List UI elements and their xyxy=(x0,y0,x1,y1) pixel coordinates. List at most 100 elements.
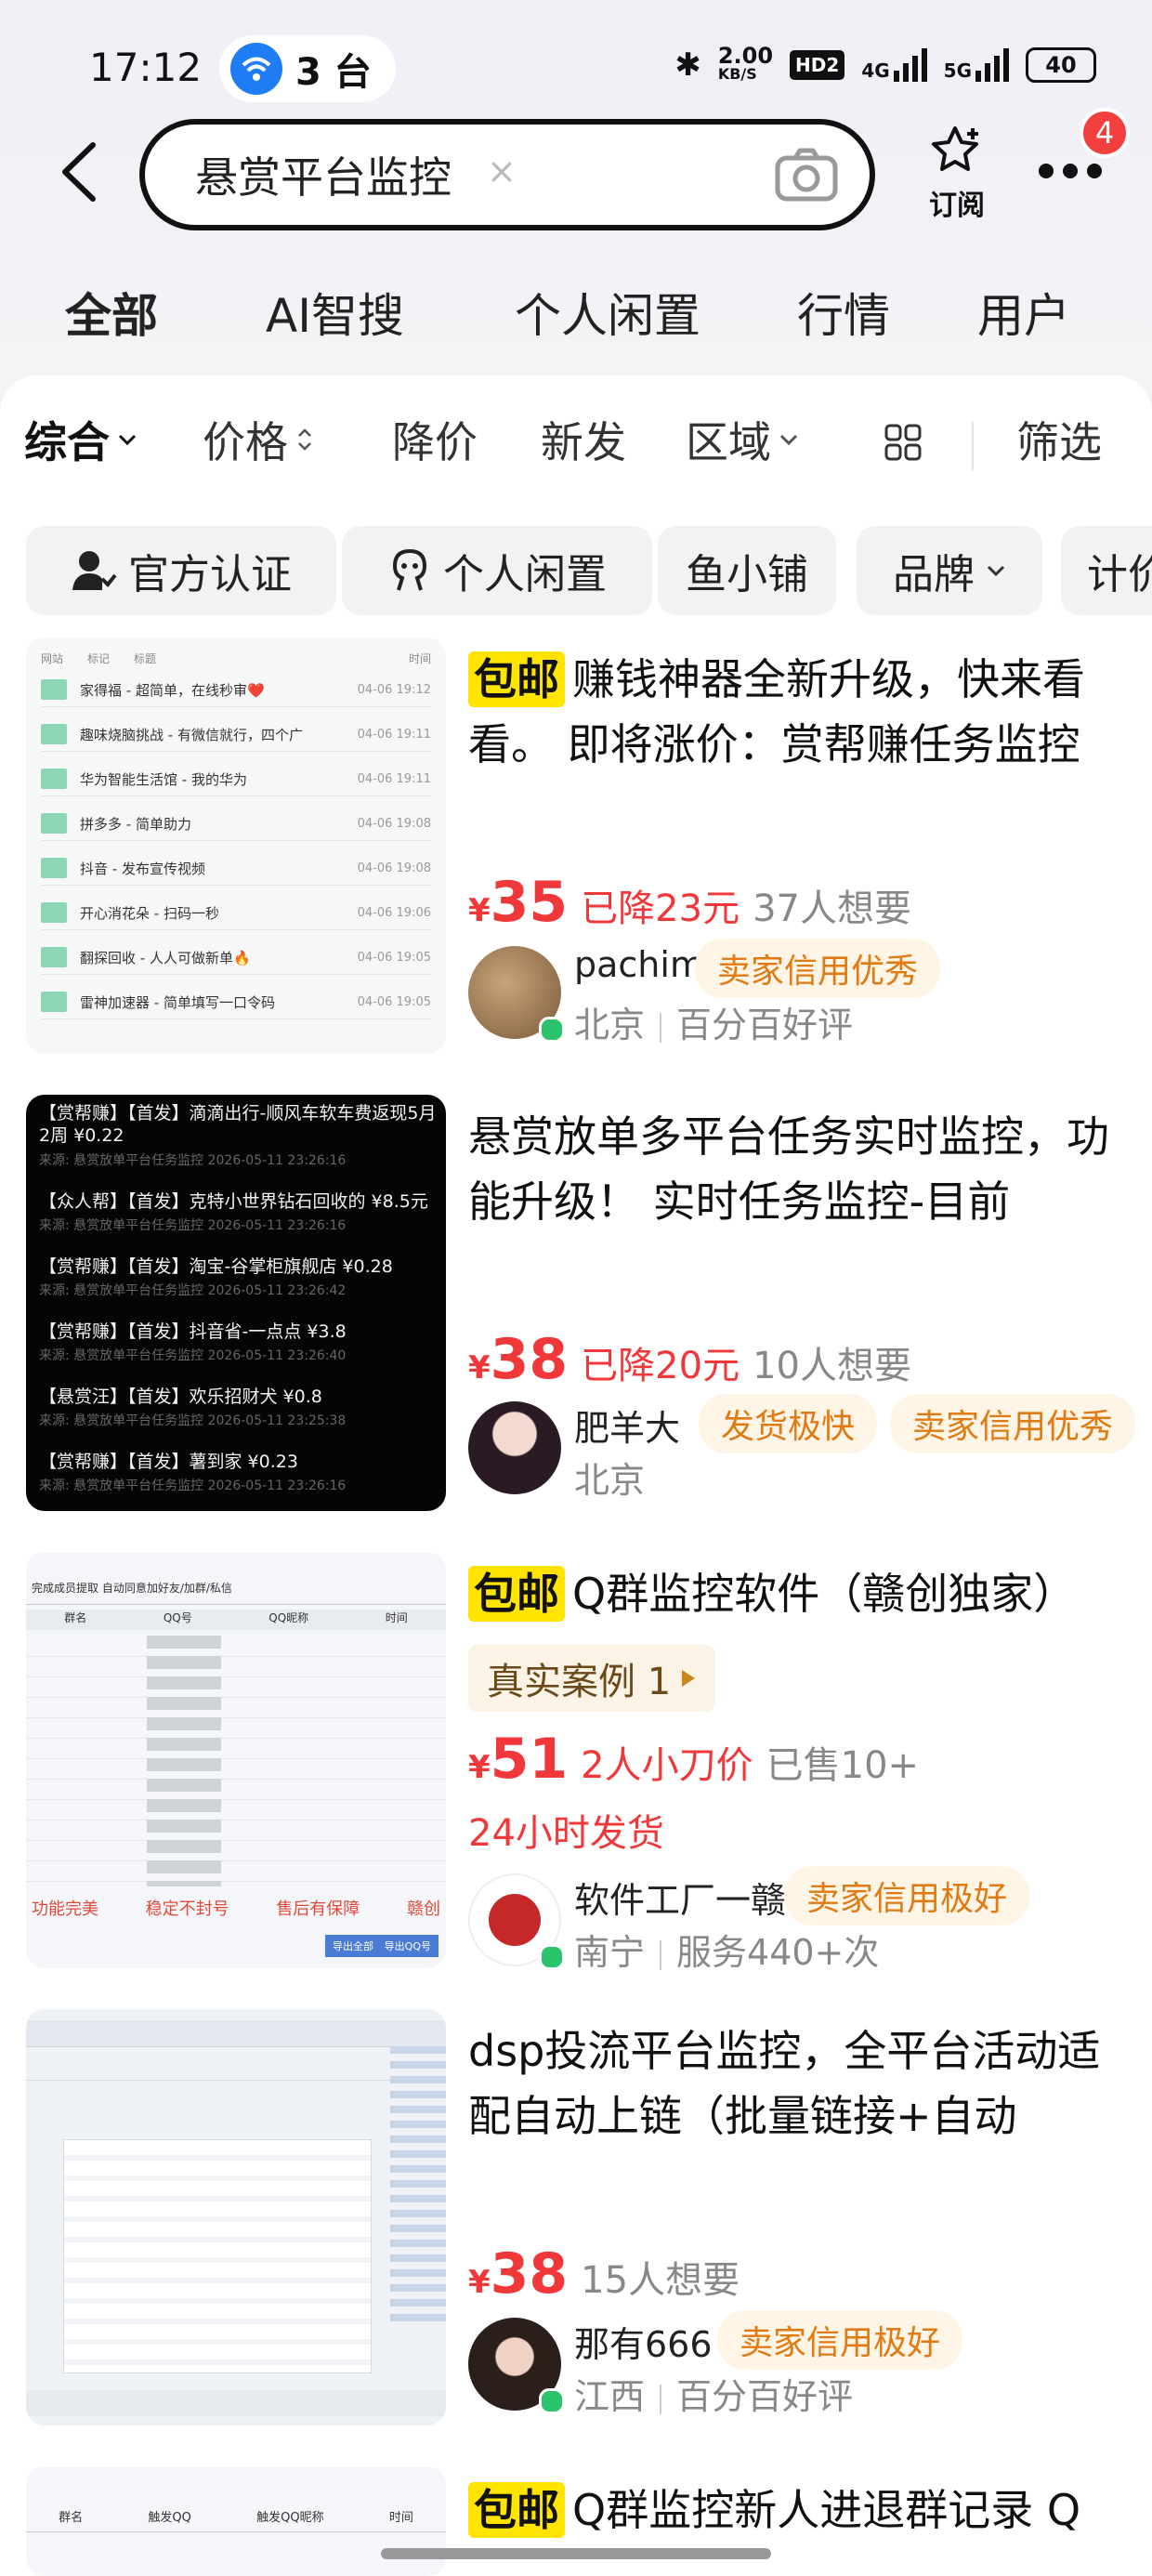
search-input[interactable] xyxy=(193,149,476,201)
person-idle-icon xyxy=(392,549,427,591)
more-menu-button[interactable] xyxy=(1039,164,1102,178)
seller-location: 北京 xyxy=(574,1460,646,1501)
price: ¥35 xyxy=(468,870,569,935)
search-box[interactable]: × xyxy=(139,119,875,230)
chevron-down-icon xyxy=(987,565,1005,577)
seller-location: 北京 百分百好评 xyxy=(574,1005,854,1045)
sort-arrows-icon xyxy=(298,428,311,451)
online-indicator xyxy=(539,2388,565,2414)
product-thumbnail[interactable]: 【赏帮赚】【首发】滴滴出行-顺风车软车费返现5月2周 ¥0.22 来源: 悬赏放… xyxy=(26,1095,446,1511)
product-thumbnail[interactable]: 群名 触发QQ 触发QQ昵称 时间 xyxy=(26,2466,446,2576)
price: ¥38 xyxy=(468,2241,569,2307)
credit-badge: 卖家信用极好 xyxy=(717,2310,963,2370)
sold-count: 已售10+ xyxy=(766,1744,920,1787)
subscribe-button[interactable]: 订阅 xyxy=(920,125,994,223)
listing-title[interactable]: 包邮 赚钱神器全新升级，快来看看。 即将涨价：赏帮赚任务监控 xyxy=(468,647,1130,777)
seller-info[interactable]: 软件工厂一赣 卖家信用极好 南宁 服务440+次 xyxy=(468,1866,1137,1976)
filter-chips: 官方认证 个人闲置 鱼小铺 品牌 计价 xyxy=(26,526,1152,615)
sort-price-drop[interactable]: 降价 xyxy=(392,409,478,470)
category-tabs: 全部 AI智搜 个人闲置 行情 用户 xyxy=(0,279,1152,353)
star-plus-icon xyxy=(932,126,978,171)
chip-personal-idle[interactable]: 个人闲置 xyxy=(342,526,652,615)
tab-users[interactable]: 用户 xyxy=(977,279,1070,346)
tab-all[interactable]: 全部 xyxy=(61,279,162,346)
hd-icon: HD2 xyxy=(790,50,845,80)
sort-region[interactable]: 区域 xyxy=(686,409,799,470)
want-count: 15人想要 xyxy=(581,2259,740,2302)
product-thumbnail[interactable]: 网站 标记 标题 时间 家得福 - 超简单，在线秒审❤️ 04-06 19:12 趣味烧… xyxy=(26,637,446,1054)
chip-pricing[interactable]: 计价 xyxy=(1061,526,1152,615)
bargain-label: 2人小刀价 xyxy=(581,1744,753,1787)
connected-devices-pill[interactable]: 3 台 xyxy=(219,35,396,102)
tab-ai-search[interactable]: AI智搜 xyxy=(266,279,404,346)
battery-icon: 40 xyxy=(1026,47,1096,83)
credit-badge: 卖家信用优秀 xyxy=(695,939,941,998)
grid-view-icon[interactable] xyxy=(883,422,923,463)
delivery-label: 24小时发货 xyxy=(468,1812,664,1855)
clock: 17:12 xyxy=(89,45,203,90)
status-icons: ✱ 2.00 KB/S HD2 4G 5G 40 xyxy=(674,43,1096,84)
sort-price[interactable]: 价格 xyxy=(203,409,314,470)
seller-name: 那有666 xyxy=(574,2324,713,2365)
back-button[interactable] xyxy=(56,139,111,214)
seller-info[interactable]: pachim 卖家信用优秀 北京 百分百好评 xyxy=(468,939,1137,1048)
verified-user-icon xyxy=(72,551,117,590)
divider xyxy=(972,422,974,470)
seller-name: pachim xyxy=(574,944,704,985)
product-thumbnail[interactable]: 完成成员提取 自动同意加好友/加群/私信 群名 QQ号 QQ昵称 时间 功能完美 稳定不… xyxy=(26,1552,446,1968)
device-count: 3 台 xyxy=(295,51,372,94)
filter-button[interactable]: 筛选 xyxy=(1016,409,1102,470)
sort-comprehensive[interactable]: 综合 xyxy=(24,409,137,470)
subscribe-label: 订阅 xyxy=(929,190,985,222)
seller-info[interactable]: 那有666 卖家信用极好 江西 百分百好评 xyxy=(468,2310,1137,2420)
product-thumbnail[interactable] xyxy=(26,2009,446,2425)
free-shipping-tag: 包邮 xyxy=(468,2482,565,2538)
message-badge: 4 xyxy=(1080,108,1130,158)
price: ¥38 xyxy=(468,1327,569,1392)
credit-badge: 卖家信用极好 xyxy=(784,1866,1030,1925)
home-indicator[interactable] xyxy=(381,2548,771,2559)
price-line: ¥35 已降23元 37人想要 xyxy=(468,870,911,935)
listing-card[interactable]: 群名 触发QQ 触发QQ昵称 时间 包邮 Q群监控新人进退群记录 Q xyxy=(0,2466,1152,2576)
seller-location: 江西 百分百好评 xyxy=(574,2376,854,2417)
seller-info[interactable]: 肥羊大 发货极快 卖家信用优秀 北京 xyxy=(468,1394,1137,1504)
online-indicator xyxy=(539,1017,565,1043)
wifi-icon xyxy=(230,43,282,95)
listing-title[interactable]: dsp投流平台监控，全平台活动适配自动上链（批量链接+自动 xyxy=(468,2018,1130,2149)
sort-new[interactable]: 新发 xyxy=(541,409,626,470)
chip-brand[interactable]: 品牌 xyxy=(857,526,1042,615)
chip-fish-shop[interactable]: 鱼小铺 xyxy=(658,526,836,615)
signal-4g-icon: 4G xyxy=(861,48,927,82)
clear-search-icon[interactable]: × xyxy=(487,151,517,191)
price-line: ¥51 2人小刀价 已售10+ xyxy=(468,1727,919,1792)
price-line: ¥38 15人想要 xyxy=(468,2241,740,2307)
tab-market[interactable]: 行情 xyxy=(797,279,890,346)
seller-name: 肥羊大 xyxy=(574,1408,681,1449)
play-arrow-icon xyxy=(682,1670,696,1687)
real-case-button[interactable]: 真实案例 1 xyxy=(468,1645,716,1712)
chevron-down-icon xyxy=(118,434,137,446)
avatar xyxy=(468,1401,561,1494)
listing-title[interactable]: 包邮 Q群监控新人进退群记录 Q xyxy=(468,2477,1130,2543)
price: ¥51 xyxy=(468,1727,569,1792)
credit-badge: 卖家信用优秀 xyxy=(890,1394,1136,1453)
online-indicator xyxy=(539,1944,565,1970)
free-shipping-tag: 包邮 xyxy=(468,651,565,707)
free-shipping-tag: 包邮 xyxy=(468,1566,565,1622)
seller-name: 软件工厂一赣 xyxy=(574,1880,787,1921)
listing-title[interactable]: 悬赏放单多平台任务实时监控，功能升级！ 实时任务监控-目前 xyxy=(468,1104,1130,1234)
camera-icon[interactable] xyxy=(775,147,838,206)
price-line: ¥38 已降20元 10人想要 xyxy=(468,1327,911,1392)
want-count: 10人想要 xyxy=(753,1345,911,1387)
price-drop-label: 已降20元 xyxy=(581,1345,740,1387)
tab-personal-idle[interactable]: 个人闲置 xyxy=(515,279,700,346)
chip-official-certified[interactable]: 官方认证 xyxy=(26,526,336,615)
listing-title[interactable]: 包邮 Q群监控软件（赣创独家） xyxy=(468,1561,1130,1626)
net-speed: 2.00 KB/S xyxy=(717,43,774,83)
seller-location: 南宁 服务440+次 xyxy=(574,1932,880,1973)
signal-5g-icon: 5G xyxy=(944,48,1009,82)
sort-bar: 综合 价格 降价 新发 区域 筛选 xyxy=(0,409,1152,483)
fast-shipping-badge: 发货极快 xyxy=(699,1394,878,1453)
price-drop-label: 已降23元 xyxy=(581,887,740,930)
bluetooth-icon: ✱ xyxy=(674,46,701,84)
